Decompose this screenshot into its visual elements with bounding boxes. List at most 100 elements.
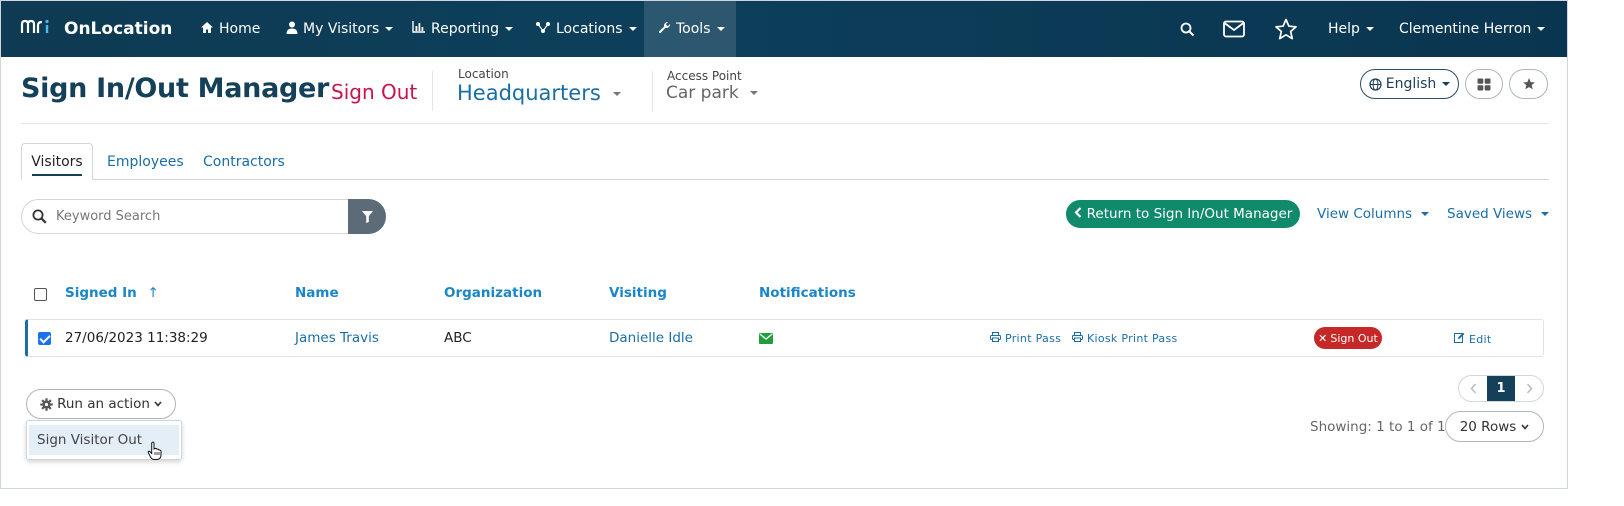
nav-reporting[interactable]: Reporting	[412, 1, 514, 57]
gear-icon	[40, 397, 53, 411]
location-value: Headquarters	[457, 81, 601, 105]
sign-out-mode-link[interactable]: Sign Out	[331, 80, 417, 104]
chevron-down-icon	[1365, 27, 1374, 31]
tab-visitors-label: Visitors	[31, 153, 83, 170]
chevron-down-icon	[154, 401, 162, 407]
search-input[interactable]	[56, 209, 336, 224]
bar-chart-icon	[412, 21, 426, 37]
nav-my-visitors-label: My Visitors	[303, 21, 380, 37]
nav-locations[interactable]: Locations	[535, 1, 637, 57]
star-icon[interactable]	[1274, 17, 1298, 41]
sort-ascending-icon: ↑	[147, 285, 159, 301]
globe-icon	[1369, 77, 1382, 91]
chevron-left-icon	[1074, 206, 1082, 222]
chevron-down-icon	[750, 91, 759, 95]
tab-visitors[interactable]: Visitors	[21, 143, 93, 180]
column-header-name[interactable]: Name	[295, 285, 339, 301]
nav-home-label: Home	[219, 21, 261, 37]
edit-icon	[1454, 332, 1465, 346]
dashboard-grid-button[interactable]	[1465, 69, 1503, 99]
location-label: Location	[458, 67, 509, 81]
next-page-button[interactable]	[1515, 376, 1543, 401]
chevron-down-icon	[1521, 423, 1529, 430]
tab-contractors[interactable]: Contractors	[203, 143, 285, 180]
chevron-down-icon	[613, 92, 622, 96]
nav-help[interactable]: Help	[1328, 1, 1374, 57]
location-select[interactable]: Headquarters	[457, 81, 622, 105]
visiting-host-link[interactable]: Danielle Idle	[609, 330, 693, 346]
column-header-visiting[interactable]: Visiting	[609, 285, 667, 301]
chevron-down-icon	[1537, 27, 1546, 31]
nav-reporting-label: Reporting	[431, 21, 500, 37]
nav-help-label: Help	[1328, 21, 1360, 37]
nav-home[interactable]: Home	[200, 1, 260, 57]
nav-my-visitors[interactable]: My Visitors	[286, 1, 394, 57]
notification-envelope-icon[interactable]	[759, 332, 773, 348]
user-name: Clementine Herron	[1399, 21, 1532, 37]
column-header-notifications[interactable]: Notifications	[759, 285, 856, 301]
header-divider	[21, 123, 1549, 124]
kiosk-print-pass-link[interactable]: Kiosk Print Pass	[1072, 332, 1178, 345]
run-action-label: Run an action	[57, 396, 150, 412]
column-header-organization[interactable]: Organization	[444, 285, 542, 301]
favorite-button[interactable]	[1509, 69, 1548, 99]
wrench-icon	[658, 21, 671, 38]
saved-views-dropdown[interactable]: Saved Views	[1447, 206, 1550, 222]
user-menu[interactable]: Clementine Herron	[1399, 1, 1546, 57]
divider	[432, 71, 433, 111]
sign-out-label: Sign Out	[1330, 331, 1378, 345]
pagination: 1	[1458, 375, 1544, 402]
access-point-value: Car park	[666, 83, 739, 103]
print-pass-link[interactable]: Print Pass	[990, 332, 1061, 345]
page-number-current[interactable]: 1	[1487, 376, 1515, 401]
tab-employees[interactable]: Employees	[107, 143, 184, 180]
signed-in-time: 27/06/2023 11:38:29	[65, 330, 208, 346]
run-action-button[interactable]: Run an action	[26, 389, 176, 419]
chevron-right-icon	[1526, 383, 1533, 394]
active-tab-indicator	[32, 174, 82, 176]
sign-out-button[interactable]: ✕ Sign Out	[1314, 327, 1382, 349]
column-header-signed-in[interactable]: Signed In ↑	[65, 285, 159, 301]
keyword-search	[21, 199, 351, 234]
user-icon	[286, 21, 298, 38]
nav-tools-label: Tools	[676, 21, 711, 37]
printer-icon	[1072, 332, 1083, 345]
view-columns-dropdown[interactable]: View Columns	[1317, 206, 1430, 222]
brand-name: OnLocation	[64, 19, 173, 39]
kiosk-print-pass-label: Kiosk Print Pass	[1087, 332, 1178, 345]
rows-per-page-select[interactable]: 20 Rows	[1445, 411, 1544, 442]
access-point-select[interactable]: Car park	[666, 83, 759, 103]
filter-button[interactable]	[348, 199, 386, 234]
nav-tools[interactable]: Tools	[644, 1, 736, 57]
nav-locations-label: Locations	[556, 21, 623, 37]
hand-cursor-icon	[147, 441, 163, 465]
home-icon	[200, 21, 214, 38]
grid-icon	[1477, 78, 1491, 91]
row-checkbox[interactable]	[38, 332, 51, 345]
top-navbar: OnLocation Home My Visitors Reporting Lo…	[1, 1, 1567, 57]
language-value: English	[1385, 76, 1437, 92]
filter-icon	[361, 210, 373, 223]
column-header-label: Signed In	[65, 285, 137, 301]
edit-label: Edit	[1469, 332, 1492, 346]
chevron-down-icon	[1541, 212, 1550, 216]
prev-page-button[interactable]	[1459, 376, 1487, 401]
chevron-down-icon	[1442, 82, 1451, 86]
return-to-manager-button[interactable]: Return to Sign In/Out Manager	[1066, 200, 1300, 228]
page-title: Sign In/Out Manager	[21, 73, 330, 104]
language-select[interactable]: English	[1360, 69, 1459, 99]
chevron-down-icon	[385, 27, 394, 31]
chevron-down-icon	[1421, 212, 1430, 216]
tab-bar-line	[21, 179, 1549, 180]
chevron-left-icon	[1469, 383, 1476, 394]
return-to-manager-label: Return to Sign In/Out Manager	[1086, 206, 1293, 222]
printer-icon	[990, 332, 1001, 345]
app-frame: OnLocation Home My Visitors Reporting Lo…	[0, 0, 1568, 489]
brand[interactable]: OnLocation	[20, 18, 172, 40]
envelope-icon[interactable]	[1222, 17, 1246, 41]
search-icon[interactable]	[1175, 17, 1199, 41]
select-all-checkbox[interactable]	[34, 288, 47, 301]
edit-link[interactable]: Edit	[1454, 332, 1492, 346]
chevron-down-icon	[505, 27, 514, 31]
visitor-name-link[interactable]: James Travis	[295, 330, 379, 346]
